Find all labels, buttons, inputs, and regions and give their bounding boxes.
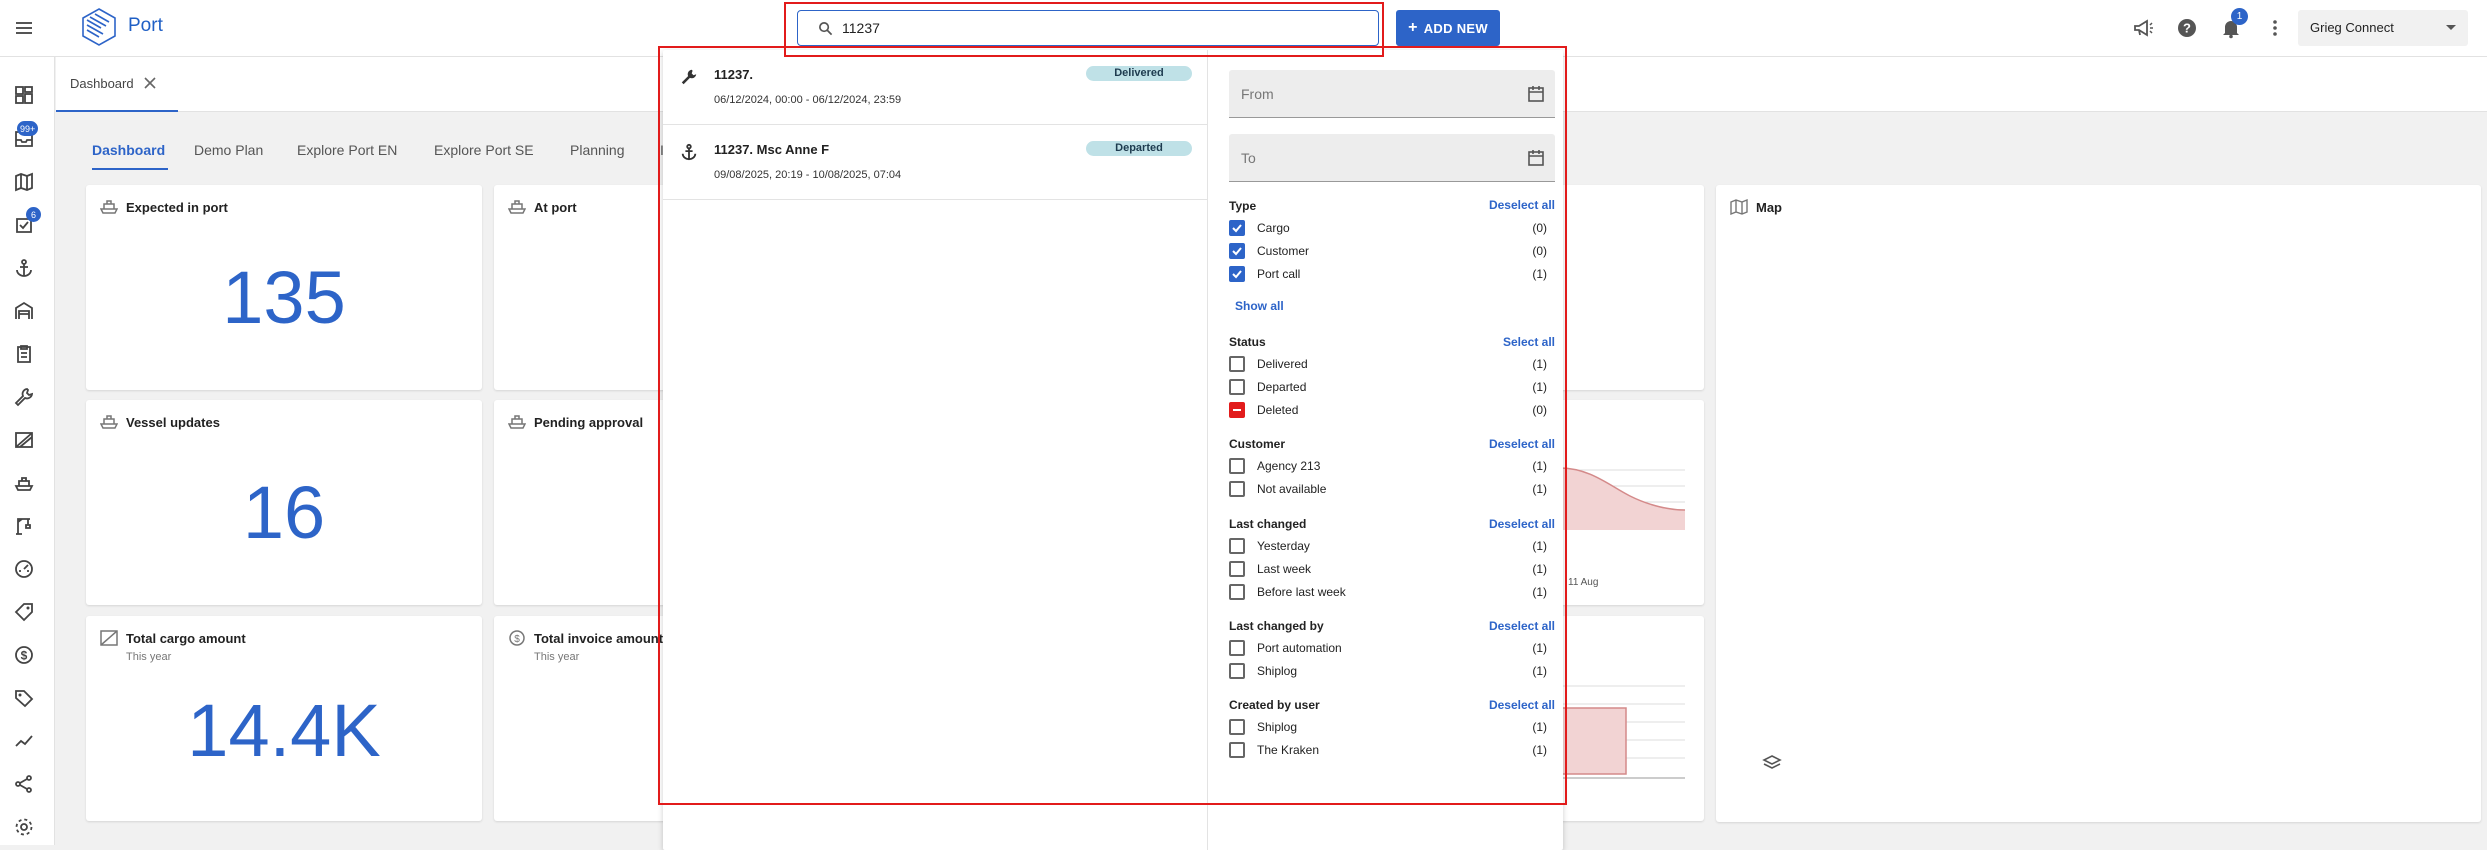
warehouse-icon[interactable] [14,301,34,321]
bar-chart [1560,685,1685,779]
inbox-badge: 99+ [17,121,39,136]
card-value: 135 [222,256,346,339]
open-tab-label: Dashboard [70,76,134,91]
speedometer-icon[interactable] [14,559,34,579]
discount-tag-icon[interactable] [14,602,34,622]
card-expected-in-port[interactable]: Expected in port 135 [86,185,482,390]
card-vessel-updates[interactable]: Vessel updates 16 [86,400,482,605]
card-partial-top[interactable] [1560,185,1704,390]
chevron-down-icon [2446,25,2456,30]
cargo-icon [100,630,118,646]
cargo-icon[interactable] [14,430,34,450]
svg-text:$: $ [514,634,520,645]
help-icon[interactable]: ? [2176,17,2198,39]
tab-demo-plan[interactable]: Demo Plan [194,142,263,158]
card-title: Expected in port [126,200,228,215]
tab-explore-port-en[interactable]: Explore Port EN [297,142,397,158]
price-tag-icon[interactable] [14,688,34,708]
ship-icon[interactable] [14,473,34,493]
dollar-icon: $ [509,630,525,646]
map-icon [1730,199,1748,215]
analytics-icon[interactable] [14,731,34,751]
open-tab-dashboard[interactable]: Dashboard [56,57,178,112]
dashboard-icon[interactable] [14,85,34,105]
ship-icon [508,200,526,214]
tab-planning[interactable]: Planning [570,142,625,158]
card-partial-bar[interactable] [1560,616,1704,821]
user-select[interactable]: Grieg Connect [2298,10,2468,46]
svg-text:?: ? [2183,21,2191,36]
card-title: At port [534,200,577,215]
card-value: 16 [242,471,326,554]
dollar-icon[interactable]: $ [14,645,34,665]
area-chart [1560,467,1686,530]
layers-icon[interactable] [1762,753,1782,773]
share-nodes-icon[interactable] [14,774,34,794]
card-title: Map [1756,200,1782,215]
tab-explore-port-se[interactable]: Explore Port SE [434,142,534,158]
active-tab-indicator [92,168,168,170]
add-new-button[interactable]: + ADD NEW [1396,10,1500,46]
ship-icon [100,200,118,214]
tasks-badge: 6 [26,207,41,222]
clipboard-icon[interactable] [14,344,34,364]
plus-icon: + [1408,19,1418,36]
card-title: Pending approval [534,415,644,430]
svg-text:$: $ [21,649,28,663]
megaphone-icon[interactable] [2132,17,2154,39]
sidebar: 99+ 6 $ [0,57,55,845]
notification-count-badge: 1 [2231,8,2248,25]
wrench-icon[interactable] [14,387,34,407]
menu-icon[interactable] [14,18,34,38]
ship-icon [508,415,526,429]
map-icon[interactable] [14,172,34,192]
card-value: 14.4K [187,689,381,772]
close-icon[interactable] [142,75,158,91]
app-title[interactable]: Port [128,15,163,37]
card-title: Vessel updates [126,415,220,430]
more-vert-icon[interactable] [2264,17,2286,39]
card-subtitle: This year [126,651,172,663]
ship-icon [100,415,118,429]
card-partial-chart[interactable]: 11 Aug [1560,400,1704,605]
anchor-icon[interactable] [14,258,34,278]
port-logo-icon [82,8,116,46]
card-title: Total cargo amount [126,631,246,646]
user-name: Grieg Connect [2310,20,2394,35]
card-total-cargo-amount[interactable]: Total cargo amount This year 14.4K [86,616,482,821]
tab-dashboard[interactable]: Dashboard [92,142,165,158]
card-subtitle: This year [534,651,580,663]
crane-icon[interactable] [14,516,34,536]
chart-x-tick: 11 Aug [1568,577,1599,588]
card-map[interactable]: Map [1716,185,2481,822]
dropdown-highlight-outline [658,46,1567,805]
settings-gear-icon[interactable] [14,817,34,837]
card-title: Total invoice amount [534,631,664,646]
add-new-label: ADD NEW [1423,20,1488,36]
